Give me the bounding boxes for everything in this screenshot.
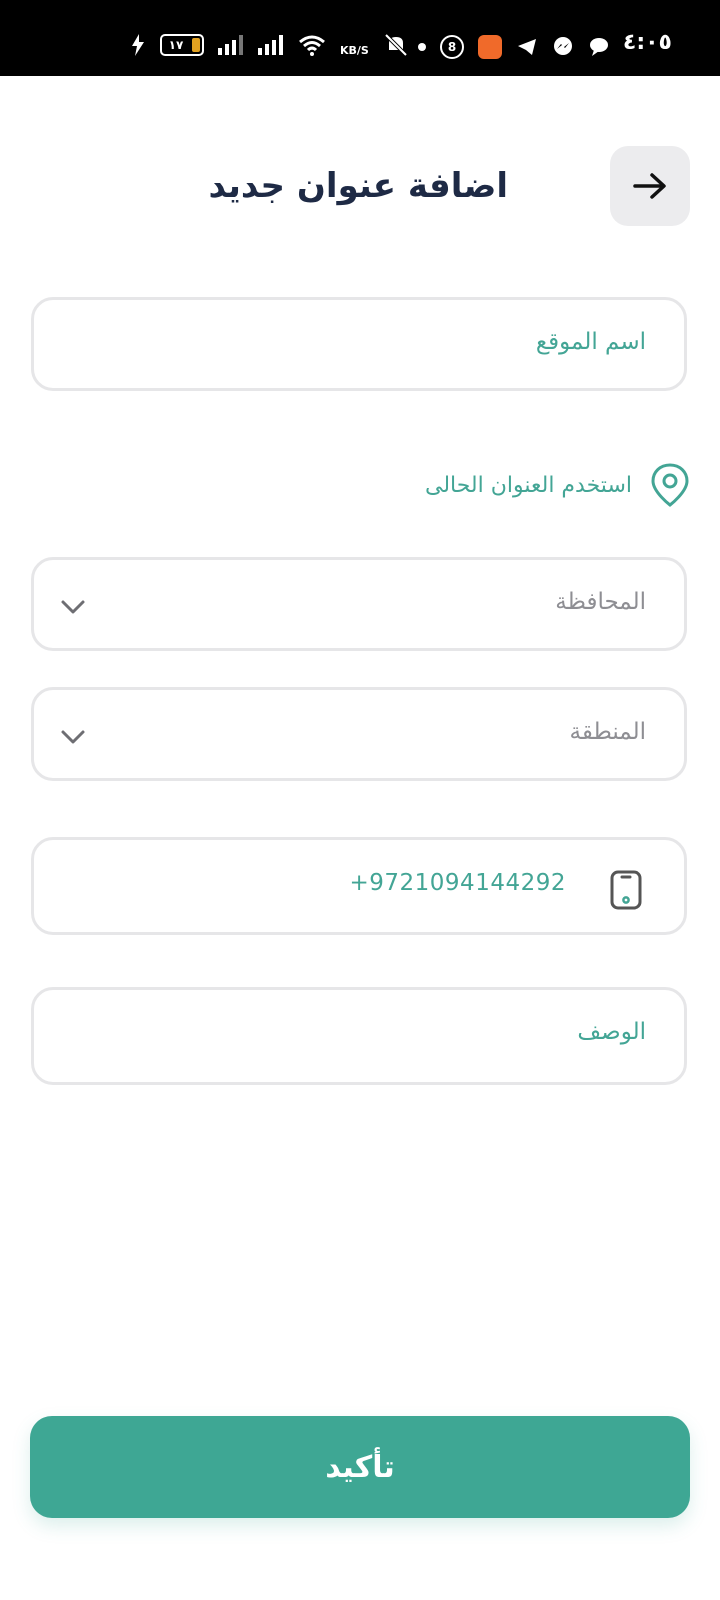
phone-field[interactable]: +9721094144292 xyxy=(31,837,687,935)
signal-icon xyxy=(218,35,243,55)
status-icons-left: ١٧ KB/S xyxy=(130,30,409,60)
use-current-location-button[interactable]: استخدم العنوان الحالى xyxy=(400,460,690,510)
telegram-icon xyxy=(518,39,536,55)
messenger-icon xyxy=(554,37,572,55)
confirm-button[interactable]: تأكيد xyxy=(30,1416,690,1518)
network-speed: KB/S xyxy=(340,43,369,57)
wifi-icon xyxy=(299,35,325,56)
confirm-label: تأكيد xyxy=(325,1449,395,1485)
battery-icon: ١٧ xyxy=(160,34,204,56)
orange-app-icon xyxy=(478,35,502,59)
governorate-placeholder: المحافظة xyxy=(555,589,646,615)
location-pin-icon xyxy=(651,463,689,507)
description-field[interactable]: الوصف xyxy=(31,987,687,1085)
governorate-dropdown[interactable]: المحافظة xyxy=(31,557,687,651)
chevron-down-icon xyxy=(61,600,85,614)
status-notifications: 8 xyxy=(418,32,610,62)
use-current-location-label: استخدم العنوان الحالى xyxy=(424,472,632,498)
region-placeholder: المنطقة xyxy=(569,719,646,745)
page-title: اضافة عنوان جديد xyxy=(208,166,508,206)
signal-icon xyxy=(258,35,283,55)
region-dropdown[interactable]: المنطقة xyxy=(31,687,687,781)
dot-icon xyxy=(418,43,426,51)
site-name-placeholder: اسم الموقع xyxy=(535,329,646,355)
description-placeholder: الوصف xyxy=(577,1019,646,1045)
arrow-right-icon xyxy=(633,173,666,199)
badge-icon: 8 xyxy=(440,35,464,59)
status-bar: ١٧ KB/S 8 ٤:٠٥ xyxy=(0,0,720,76)
mute-icon xyxy=(384,33,408,57)
chat-icon xyxy=(590,38,608,56)
phone-icon xyxy=(610,870,642,910)
battery-level: ١٧ xyxy=(168,38,184,52)
phone-value: +9721094144292 xyxy=(349,870,566,896)
charging-bolt-icon xyxy=(132,34,144,56)
site-name-field[interactable]: اسم الموقع xyxy=(31,297,687,391)
chevron-down-icon xyxy=(61,730,85,744)
back-button[interactable] xyxy=(610,146,690,226)
clock: ٤:٠٥ xyxy=(622,30,672,55)
